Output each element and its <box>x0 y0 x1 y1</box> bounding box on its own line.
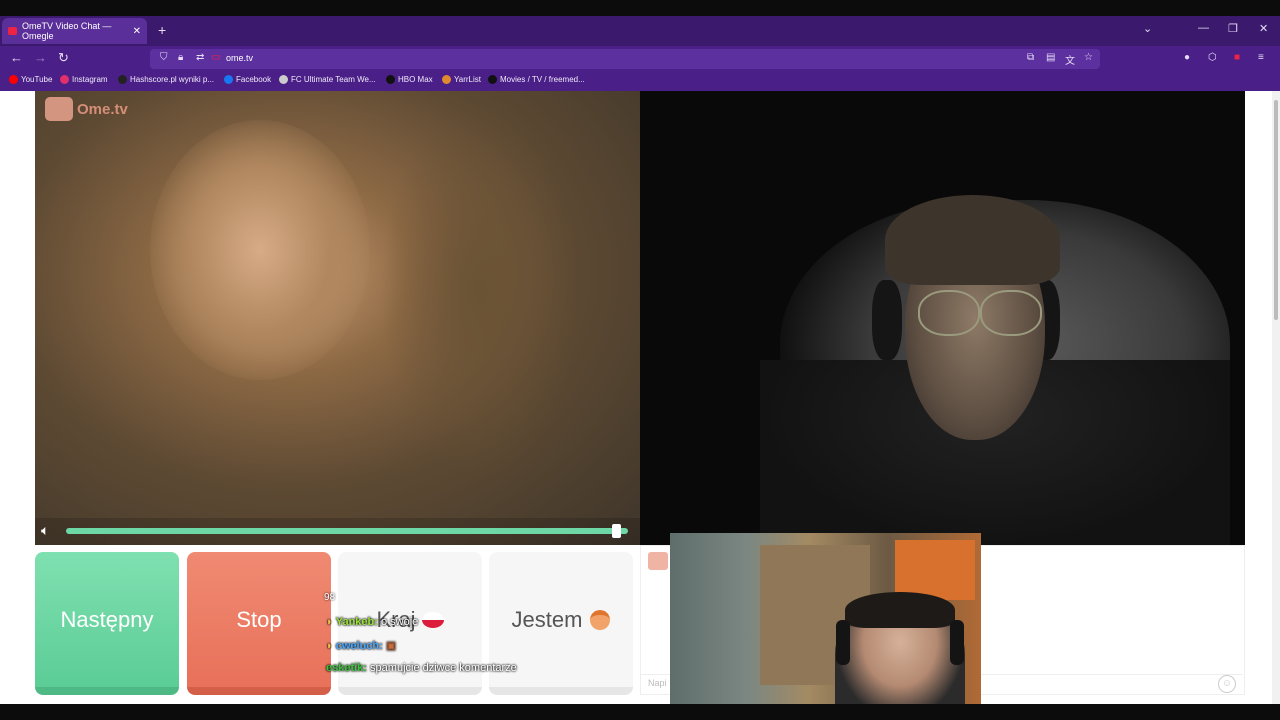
permissions-icon[interactable]: ⇄ <box>196 52 204 63</box>
stream-chat-count: 98 <box>324 592 336 603</box>
instagram-icon <box>60 75 69 84</box>
window-close-icon[interactable]: ✕ <box>1259 22 1268 35</box>
bookmark-label: YarrList <box>454 75 481 84</box>
facebook-icon <box>224 75 233 84</box>
tab-bar <box>0 16 1280 46</box>
shield-icon[interactable]: ⛉ <box>160 52 168 63</box>
picture-in-picture-icon[interactable]: ⧉ <box>1027 52 1034 63</box>
gender-label: Jestem <box>511 606 583 632</box>
tab-list-dropdown-icon[interactable]: ⌄ <box>1143 22 1152 35</box>
translate-icon[interactable]: 文 <box>1065 52 1075 67</box>
maximize-icon[interactable]: ❐ <box>1228 22 1238 35</box>
hbo-icon <box>386 75 395 84</box>
play-icon <box>488 75 497 84</box>
webcam-orange-door <box>895 540 975 600</box>
lock-icon[interactable]: 🔒︎ <box>178 52 183 63</box>
reload-icon[interactable]: ↻ <box>58 50 69 66</box>
glasses-right-lens <box>980 290 1042 336</box>
bottom-black-strip <box>0 704 1280 720</box>
chat-text: o swoje <box>380 616 419 628</box>
tab-title: OmeTV Video Chat — Omegle <box>21 21 112 41</box>
bookmark-label: FC Ultimate Team We... <box>291 75 376 84</box>
chat-badge-icon: ◗ <box>326 640 333 652</box>
bookmark-movies[interactable]: Movies / TV / freemed... <box>488 75 585 84</box>
chat-input-placeholder: Napi <box>648 678 667 688</box>
blurred-hair <box>380 100 580 480</box>
bookmark-youtube[interactable]: YouTube <box>9 75 52 84</box>
bookmark-hbo-max[interactable]: HBO Max <box>386 75 433 84</box>
bookmark-label: Facebook <box>236 75 272 84</box>
speaker-icon[interactable]: 🔈︎ <box>41 522 49 539</box>
volume-slider-track[interactable] <box>66 528 628 534</box>
yarrlist-icon <box>442 75 451 84</box>
globe-icon <box>279 75 288 84</box>
streamer-hair <box>845 592 955 628</box>
reader-view-icon[interactable]: ▤ <box>1046 52 1055 63</box>
youtube-icon <box>9 75 18 84</box>
blurred-face <box>150 120 370 380</box>
ometv-favicon-icon <box>8 27 17 35</box>
chat-tv-logo-icon <box>648 552 668 570</box>
stop-button[interactable]: Stop <box>187 552 331 695</box>
bookmark-label: YouTube <box>21 75 53 84</box>
account-icon[interactable]: ● <box>1184 52 1190 63</box>
poland-flag-icon <box>421 611 444 628</box>
bookmark-star-icon[interactable]: ☆ <box>1084 52 1093 63</box>
glasses-left-lens <box>918 290 980 336</box>
url-text[interactable]: ome.tv <box>226 53 253 63</box>
male-emoji-icon <box>590 609 611 630</box>
chat-username: esketik: <box>326 662 367 674</box>
chat-username: cweluch: <box>335 640 383 652</box>
stream-chat-message: ◗ cweluch: ▣ <box>326 639 396 652</box>
scrollbar-thumb[interactable] <box>1274 100 1278 320</box>
minimize-icon[interactable]: — <box>1198 22 1209 34</box>
browser-tab[interactable]: OmeTV Video Chat — Omegle ✕ <box>2 18 147 44</box>
new-tab-button[interactable]: + <box>158 22 166 38</box>
address-bar[interactable] <box>150 49 1100 69</box>
forward-arrow-icon[interactable]: → <box>34 50 47 65</box>
top-black-strip <box>0 0 1280 16</box>
chat-badge-icon: ◗ <box>326 616 333 628</box>
bookmark-label: Movies / TV / freemed... <box>500 75 585 84</box>
hashscore-icon <box>118 75 127 84</box>
emoji-icon[interactable]: ☺ <box>1218 675 1236 693</box>
chat-username: Yankeb: <box>335 616 378 628</box>
extensions-icon[interactable]: ⬡ <box>1208 52 1217 63</box>
chat-text: spamujcie dziwce komentarze <box>370 662 517 674</box>
bookmark-label: HBO Max <box>398 75 433 84</box>
person-hair <box>885 195 1060 285</box>
headset-left <box>872 280 902 360</box>
back-arrow-icon[interactable]: ← <box>10 50 23 65</box>
bookmark-label: Instagram <box>72 75 108 84</box>
bookmark-fc-ultimate-team[interactable]: FC Ultimate Team We... <box>279 75 376 84</box>
bookmark-yarrlist[interactable]: YarrList <box>442 75 481 84</box>
streamer-headset-right <box>950 620 964 665</box>
tab-close-icon[interactable]: ✕ <box>133 26 141 37</box>
site-favicon-icon: ▭ <box>211 52 221 63</box>
bookmark-facebook[interactable]: Facebook <box>224 75 271 84</box>
tv-logo-icon <box>45 97 73 121</box>
bookmark-instagram[interactable]: Instagram <box>60 75 108 84</box>
volume-slider-handle[interactable] <box>611 524 621 538</box>
streamer-headset-left <box>836 620 850 665</box>
ometv-logo: Ome.tv <box>45 97 128 121</box>
stream-chat-message: esketik: spamujcie dziwce komentarze <box>326 662 517 674</box>
bookmark-label: Hashscore.pl wyniki p... <box>130 75 215 84</box>
logo-text: Ome.tv <box>77 100 128 118</box>
menu-icon[interactable]: ≡ <box>1258 52 1264 63</box>
extension-badge-icon[interactable]: ■ <box>1234 52 1240 63</box>
bookmark-hashscore[interactable]: Hashscore.pl wyniki p... <box>118 75 214 84</box>
next-button[interactable]: Następny <box>35 552 179 695</box>
chat-emote-icon: ▣ <box>385 640 397 652</box>
stream-chat-message: ◗ Yankeb: o swoje <box>326 616 418 628</box>
